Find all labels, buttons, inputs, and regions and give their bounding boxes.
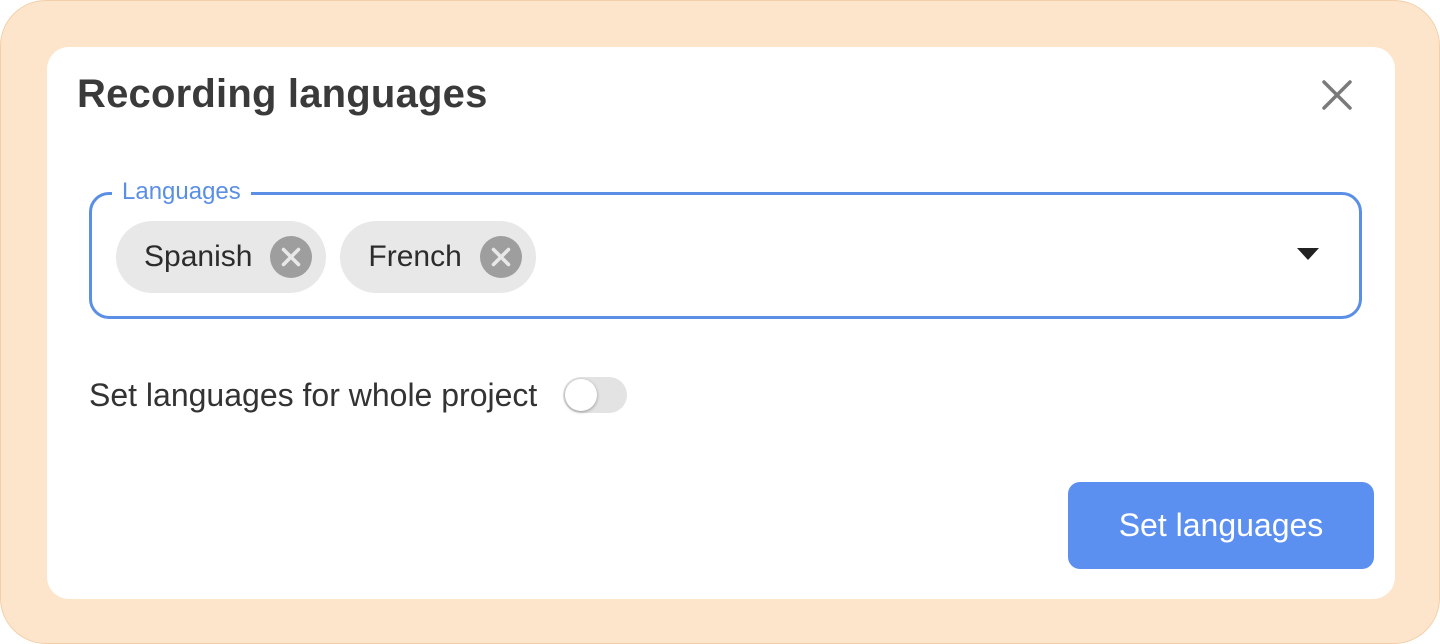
remove-circle-icon <box>270 236 313 278</box>
remove-french-button[interactable] <box>479 236 522 278</box>
recording-languages-dialog: Recording languages Languages Spanish Fr… <box>47 47 1395 599</box>
chip-spanish: Spanish <box>116 221 327 293</box>
chip-label: Spanish <box>144 240 253 273</box>
close-button[interactable] <box>1315 73 1359 117</box>
chip-french: French <box>340 221 536 293</box>
dropdown-toggle[interactable] <box>1296 247 1320 261</box>
chip-label: French <box>368 240 462 273</box>
selected-languages: Spanish French <box>116 221 536 293</box>
whole-project-row: Set languages for whole project <box>89 375 628 415</box>
whole-project-label: Set languages for whole project <box>89 377 538 413</box>
languages-select[interactable]: Languages Spanish French <box>89 177 1362 319</box>
remove-spanish-button[interactable] <box>270 236 313 278</box>
close-icon <box>1322 80 1352 110</box>
languages-field-label: Languages <box>112 177 251 207</box>
remove-circle-icon <box>479 236 522 278</box>
set-languages-button[interactable]: Set languages <box>1068 482 1374 569</box>
outer-frame: Recording languages Languages Spanish Fr… <box>0 0 1440 644</box>
caret-down-icon <box>1297 248 1319 260</box>
toggle-knob <box>565 379 598 411</box>
whole-project-toggle[interactable] <box>563 377 628 413</box>
dialog-title: Recording languages <box>77 72 488 116</box>
